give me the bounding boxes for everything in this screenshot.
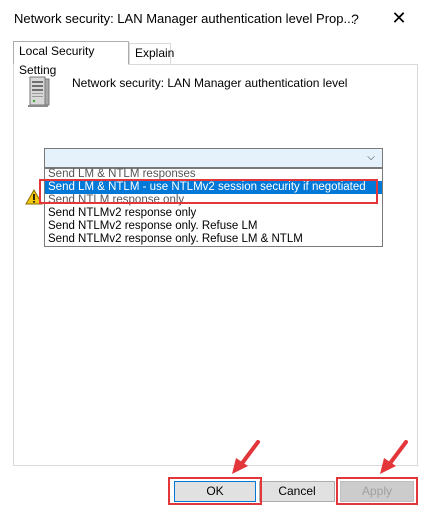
warning-icon bbox=[25, 189, 43, 205]
server-icon bbox=[28, 76, 50, 107]
dropdown-option[interactable]: Send NTLM response only bbox=[45, 194, 382, 207]
arrow-icon bbox=[232, 440, 260, 474]
tab-local-security-setting[interactable]: Local Security Setting bbox=[13, 41, 129, 77]
authentication-level-select[interactable]: ⌵ bbox=[44, 148, 383, 168]
title-bar: Network security: LAN Manager authentica… bbox=[0, 0, 432, 38]
dropdown-option[interactable]: Send LM & NTLM responses bbox=[45, 168, 382, 181]
tab-panel bbox=[13, 64, 418, 466]
ok-button[interactable]: OK bbox=[174, 481, 256, 502]
dropdown-option[interactable]: Send NTLMv2 response only. Refuse LM & N… bbox=[45, 233, 382, 246]
policy-name: Network security: LAN Manager authentica… bbox=[72, 76, 348, 90]
help-button[interactable]: ? bbox=[344, 7, 366, 31]
dropdown-option-selected[interactable]: Send LM & NTLM - use NTLMv2 session secu… bbox=[45, 181, 382, 194]
apply-button[interactable]: Apply bbox=[340, 481, 414, 502]
dropdown-option[interactable]: Send NTLMv2 response only. Refuse LM bbox=[45, 220, 382, 233]
cancel-button[interactable]: Cancel bbox=[259, 481, 335, 502]
dropdown-option[interactable]: Send NTLMv2 response only bbox=[45, 207, 382, 220]
close-button[interactable]: ✕ bbox=[388, 6, 410, 30]
chevron-down-icon[interactable]: ⌵ bbox=[364, 150, 378, 166]
arrow-icon bbox=[380, 440, 408, 474]
tab-explain[interactable]: Explain bbox=[129, 43, 174, 64]
dropdown-list: Send LM & NTLM responses Send LM & NTLM … bbox=[44, 168, 383, 247]
window-title: Network security: LAN Manager authentica… bbox=[14, 11, 355, 26]
